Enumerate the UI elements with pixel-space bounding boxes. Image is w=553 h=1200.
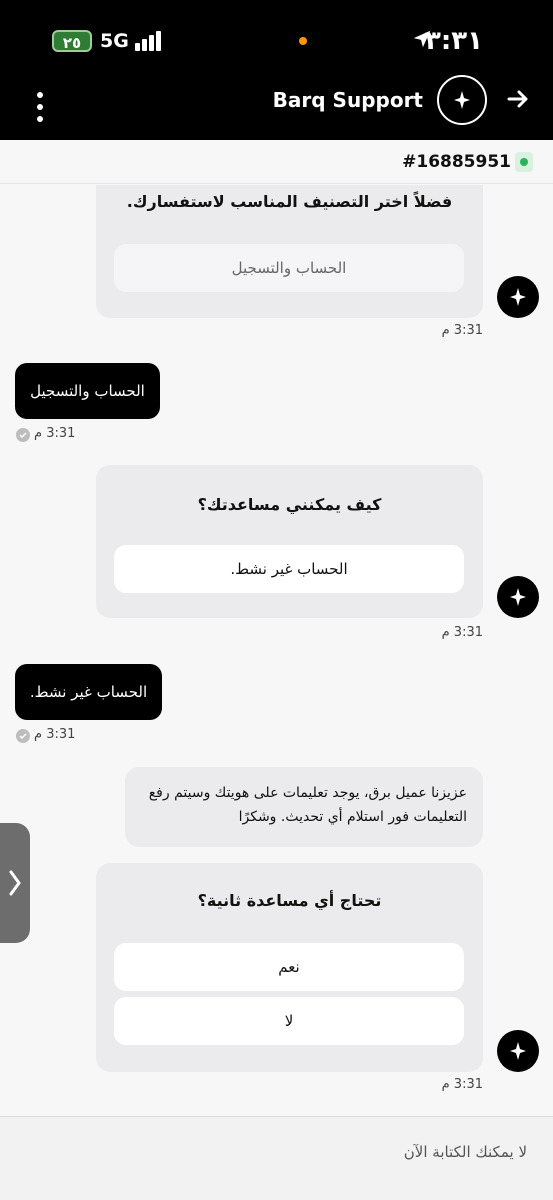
barq-logo-icon xyxy=(437,75,487,125)
option-account-registration: الحساب والتسجيل xyxy=(114,244,464,292)
bot-message: عزيزنا عميل برق، يوجد تعليمات على هويتك … xyxy=(125,767,483,847)
option-yes[interactable]: نعم xyxy=(114,943,464,991)
bot-avatar xyxy=(497,276,539,318)
composer-disabled-text: لا يمكنك الكتابة الآن xyxy=(403,1143,527,1161)
message-time: 3:31 م xyxy=(441,323,483,338)
more-help-card: تحتاج أي مساعدة ثانية؟ نعم لا xyxy=(96,863,483,1072)
read-check-icon xyxy=(16,428,30,442)
header-title: Barq Support xyxy=(272,88,423,112)
message-time: 3:31 م xyxy=(34,426,76,441)
privacy-indicator xyxy=(299,37,307,45)
message-time: 3:31 م xyxy=(441,1077,483,1092)
user-message: الحساب غير نشط. xyxy=(15,664,162,720)
help-card-title: كيف يمكنني مساعدتك؟ xyxy=(197,495,382,514)
ticket-bar: #16885951 xyxy=(0,140,553,184)
side-panel-handle[interactable] xyxy=(0,823,30,943)
status-bar: ٢٥ 5G ٣:٣١ xyxy=(0,0,553,78)
signal-icon xyxy=(135,31,163,51)
battery-icon: ٢٥ xyxy=(52,30,92,52)
read-check-icon xyxy=(16,729,30,743)
category-card-title: فضلاً اختر التصنيف المناسب لاستفسارك. xyxy=(126,192,453,211)
online-status-badge xyxy=(515,152,533,172)
option-no[interactable]: لا xyxy=(114,997,464,1045)
help-card: كيف يمكنني مساعدتك؟ الحساب غير نشط. xyxy=(96,465,483,618)
message-time: 3:31 م xyxy=(441,625,483,640)
network-type: 5G xyxy=(100,30,129,52)
category-card: فضلاً اختر التصنيف المناسب لاستفسارك. ال… xyxy=(96,185,483,318)
chat-thread[interactable]: فضلاً اختر التصنيف المناسب لاستفسارك. ال… xyxy=(0,185,553,1115)
bot-avatar xyxy=(497,1030,539,1072)
user-message: الحساب والتسجيل xyxy=(15,363,160,419)
option-account-inactive[interactable]: الحساب غير نشط. xyxy=(114,545,464,593)
chevron-right-icon xyxy=(9,870,21,896)
bot-avatar xyxy=(497,576,539,618)
status-time: ٣:٣١ xyxy=(424,26,483,56)
app-header: Barq Support xyxy=(0,75,553,140)
more-help-card-title: تحتاج أي مساعدة ثانية؟ xyxy=(197,891,382,910)
arrow-right-icon[interactable] xyxy=(505,86,531,112)
ticket-number: #16885951 xyxy=(402,152,511,172)
message-time: 3:31 م xyxy=(34,727,76,742)
more-vertical-icon[interactable] xyxy=(32,90,48,124)
composer-disabled: لا يمكنك الكتابة الآن xyxy=(0,1116,553,1200)
